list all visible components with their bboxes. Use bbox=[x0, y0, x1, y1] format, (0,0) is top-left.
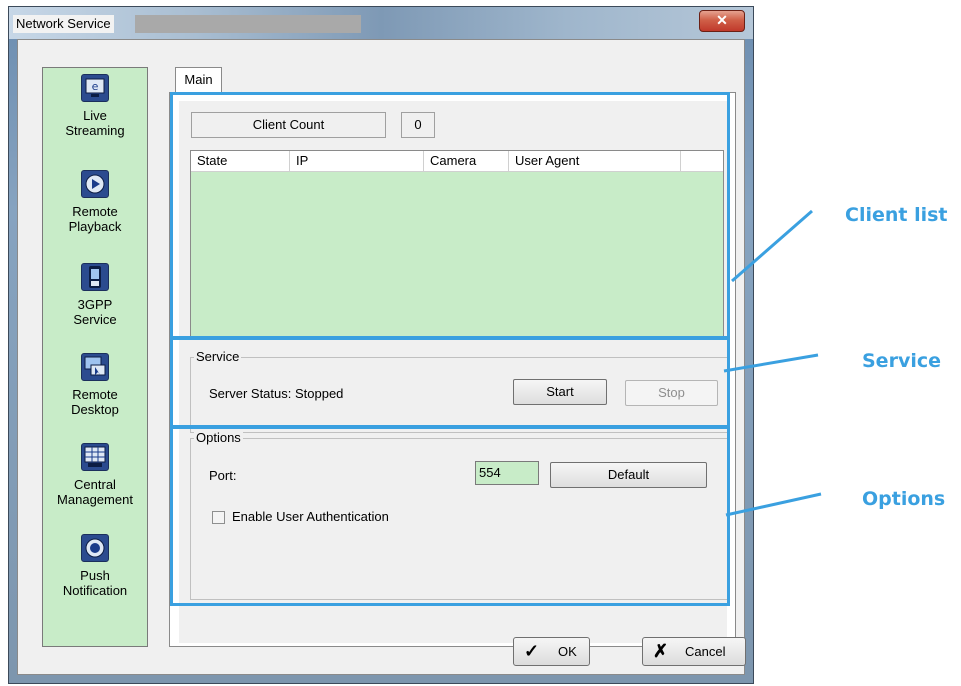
options-leader-line bbox=[725, 492, 822, 517]
service-leader-line bbox=[723, 353, 819, 373]
service-annotation: Service bbox=[862, 350, 941, 372]
client-list-leader-line bbox=[731, 209, 813, 283]
options-annotation: Options bbox=[862, 488, 946, 510]
annotation-leader-lines bbox=[723, 209, 822, 517]
client-list-annotation: Client list bbox=[845, 204, 948, 226]
